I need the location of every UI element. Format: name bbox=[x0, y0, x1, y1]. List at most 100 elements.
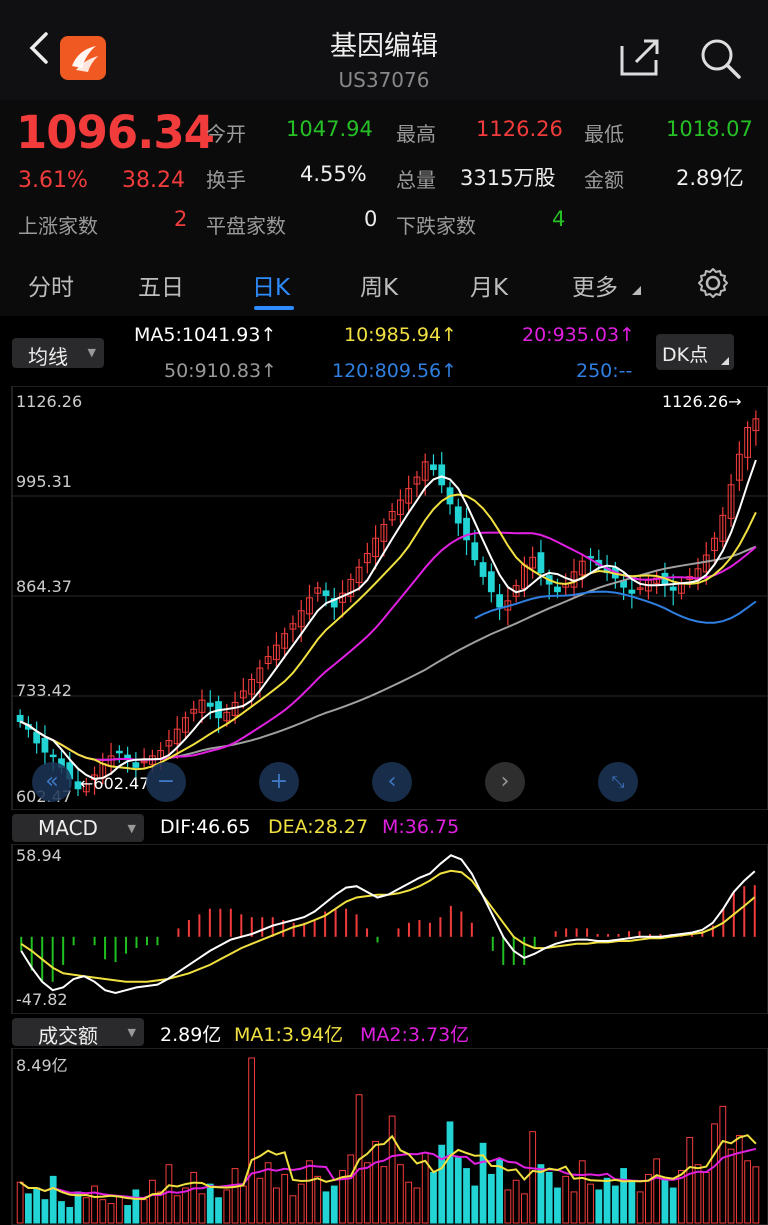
fullscreen-icon[interactable]: ⤡ bbox=[598, 762, 638, 802]
volume-bar bbox=[289, 1195, 297, 1224]
volume-bar bbox=[132, 1189, 140, 1224]
volume-bar bbox=[521, 1193, 528, 1224]
candle-body bbox=[132, 762, 140, 768]
tab-five-day[interactable]: 五日 bbox=[138, 268, 184, 302]
volume-bar bbox=[157, 1191, 165, 1224]
volume-bar bbox=[124, 1205, 131, 1224]
candle-body bbox=[628, 589, 636, 594]
volume-bar bbox=[16, 1181, 24, 1224]
ma20-value: 20:935.03↑ bbox=[522, 324, 635, 346]
volume-bar bbox=[405, 1181, 413, 1224]
volume-bar bbox=[231, 1168, 239, 1224]
share-icon[interactable] bbox=[618, 36, 662, 78]
ma10-line bbox=[19, 493, 757, 771]
candlestick-chart[interactable] bbox=[0, 386, 768, 810]
volume-bar bbox=[463, 1168, 470, 1224]
volume-selector-label: 成交额 bbox=[38, 1024, 98, 1048]
y-axis-label-3: 864.37 bbox=[16, 577, 72, 596]
advancers-value: 2 bbox=[174, 207, 188, 231]
volume-bar bbox=[82, 1197, 90, 1224]
low-label: 最低 bbox=[584, 122, 624, 146]
high-marker: 1126.26→ bbox=[662, 392, 742, 411]
amount-label: 金额 bbox=[584, 168, 624, 192]
low-marker: ←602.47 bbox=[80, 774, 150, 793]
volume-selector[interactable]: 成交额 ▼ bbox=[12, 1018, 144, 1048]
macd-selector[interactable]: MACD ▼ bbox=[12, 814, 144, 842]
volume-bar bbox=[669, 1187, 677, 1224]
high-value: 1126.26 bbox=[476, 117, 563, 141]
volume-bar bbox=[587, 1183, 594, 1224]
volume-bar bbox=[372, 1140, 379, 1224]
volume-bar bbox=[496, 1158, 503, 1224]
ma5-value: MA5:1041.93↑ bbox=[134, 324, 277, 346]
volume-ma1: MA1:3.94亿 bbox=[234, 1024, 344, 1046]
volume-bar bbox=[661, 1179, 669, 1224]
volume-bar bbox=[694, 1164, 702, 1224]
last-price: 1096.34 bbox=[16, 106, 215, 159]
volume-bar bbox=[454, 1156, 462, 1224]
dk-point-button[interactable]: DK点 bbox=[656, 334, 734, 370]
change-amount: 38.24 bbox=[122, 168, 185, 193]
volume-bar bbox=[537, 1164, 545, 1224]
chart-frame bbox=[11, 386, 768, 810]
tab-intraday[interactable]: 分时 bbox=[28, 268, 74, 302]
scroll-right-button[interactable]: › bbox=[485, 762, 525, 802]
volume-bar bbox=[115, 1195, 123, 1224]
volume-bar bbox=[99, 1199, 107, 1224]
settings-gear-icon[interactable] bbox=[696, 266, 730, 300]
volume-bar bbox=[239, 1185, 247, 1224]
scroll-left-button[interactable]: ‹ bbox=[372, 762, 412, 802]
dk-caret-icon bbox=[721, 357, 729, 365]
macd-dea: DEA:28.27 bbox=[268, 816, 369, 838]
low-value: 1018.07 bbox=[666, 117, 753, 141]
scroll-left-fast-button[interactable]: « bbox=[32, 762, 72, 802]
volume-bar bbox=[702, 1171, 710, 1224]
tab-more[interactable]: 更多 bbox=[572, 268, 618, 302]
macd-dif: DIF:46.65 bbox=[160, 816, 251, 838]
volume-bar bbox=[471, 1185, 479, 1224]
open-label: 今开 bbox=[206, 122, 246, 146]
volume-bar bbox=[248, 1057, 255, 1224]
amount-value: 2.89亿 bbox=[676, 166, 744, 190]
volume-bar bbox=[504, 1189, 512, 1224]
volume-bar bbox=[554, 1187, 561, 1224]
candle-body bbox=[438, 464, 446, 486]
macd-chart[interactable] bbox=[0, 844, 768, 1014]
volume-bar bbox=[620, 1168, 627, 1224]
zoom-in-button[interactable]: + bbox=[259, 762, 299, 802]
volume-bar bbox=[578, 1160, 586, 1224]
volume-bar bbox=[330, 1185, 338, 1224]
candle-body bbox=[115, 750, 123, 754]
tab-weekly-k[interactable]: 周K bbox=[360, 268, 398, 302]
tab-monthly-k[interactable]: 月K bbox=[470, 268, 508, 302]
volume-bar bbox=[264, 1162, 272, 1224]
tab-daily-k[interactable]: 日K bbox=[252, 268, 290, 302]
high-label: 最高 bbox=[396, 122, 436, 146]
search-icon[interactable] bbox=[698, 36, 742, 80]
unchanged-label: 平盘家数 bbox=[206, 214, 286, 238]
volume-bar bbox=[149, 1179, 156, 1224]
candle-body bbox=[206, 702, 214, 707]
ma-selector[interactable]: 均线 ▼ bbox=[12, 338, 104, 369]
volume-label: 总量 bbox=[396, 168, 436, 192]
volume-value: 2.89亿 bbox=[160, 1024, 222, 1046]
volume-bar bbox=[719, 1105, 727, 1224]
zoom-out-button[interactable]: − bbox=[146, 762, 186, 802]
advancers-label: 上涨家数 bbox=[18, 214, 98, 238]
volume-bar bbox=[66, 1206, 74, 1224]
candle-body bbox=[537, 552, 545, 574]
decliners-label: 下跌家数 bbox=[396, 214, 476, 238]
ma-selector-label: 均线 bbox=[28, 345, 68, 369]
volume-bar bbox=[306, 1160, 313, 1224]
candle-body bbox=[49, 754, 57, 758]
volume-chart[interactable] bbox=[0, 1048, 768, 1225]
unchanged-value: 0 bbox=[364, 207, 378, 231]
volume-bar bbox=[727, 1148, 735, 1224]
candle-body bbox=[16, 714, 24, 723]
volume-bar bbox=[198, 1193, 206, 1224]
volume-bar bbox=[686, 1136, 694, 1224]
macd-m: M:36.75 bbox=[382, 816, 460, 838]
volume-bar bbox=[744, 1160, 751, 1224]
y-axis-label-2: 995.31 bbox=[16, 472, 72, 491]
volume-bar bbox=[314, 1175, 322, 1224]
